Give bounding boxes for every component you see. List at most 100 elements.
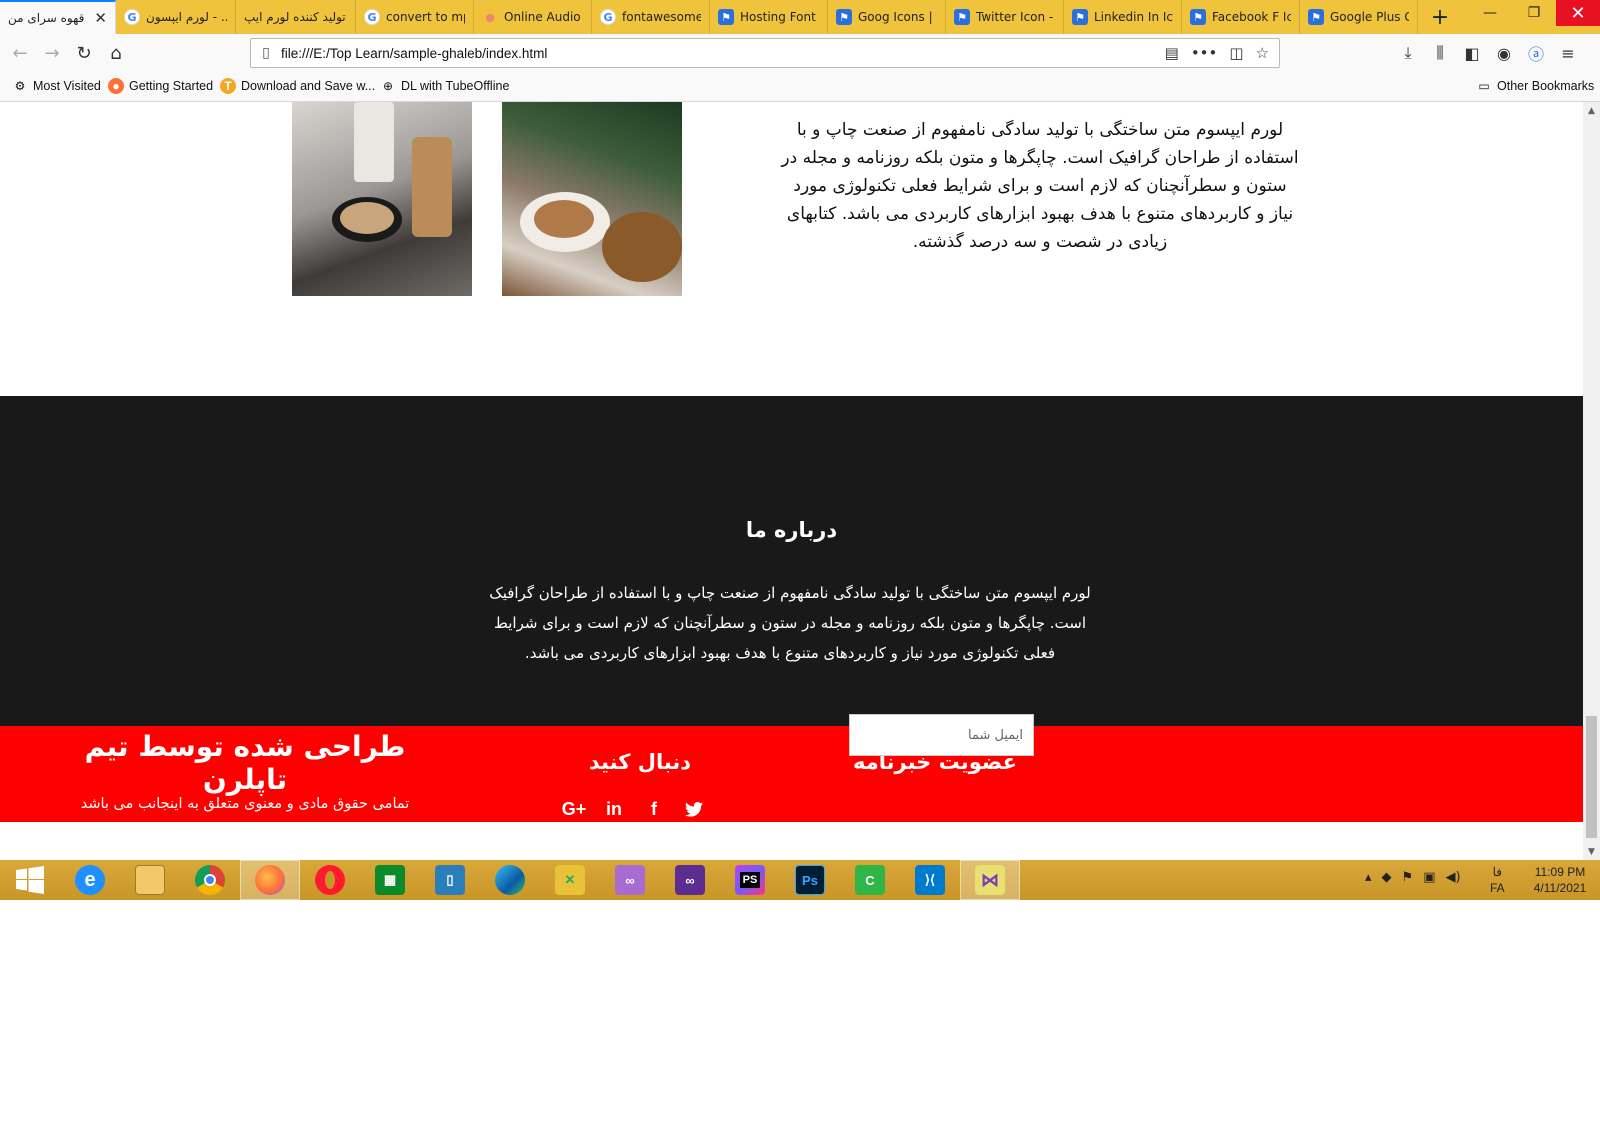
- bookmark-label: Getting Started: [129, 79, 214, 93]
- network-icon[interactable]: ▣: [1423, 870, 1435, 885]
- home-button[interactable]: ⌂: [102, 39, 130, 67]
- tab[interactable]: G fontawesome ...: [592, 0, 710, 34]
- about-text: لورم ایپسوم متن ساختگی با تولید سادگی نا…: [489, 584, 1091, 662]
- camtasia-icon: C: [855, 865, 885, 895]
- bookmark-getting-started[interactable]: ● Getting Started: [108, 78, 213, 94]
- taskbar-phpstorm[interactable]: PS: [720, 860, 780, 900]
- bookmark-tubeoffline[interactable]: ⊕ DL with TubeOffline: [380, 78, 509, 94]
- tab[interactable]: ⚑ Linkedin In Ico...: [1064, 0, 1182, 34]
- bookmark-label: DL with TubeOffline: [401, 79, 510, 93]
- reader-view-icon[interactable]: ▤: [1165, 44, 1179, 62]
- taskbar-app-frame[interactable]: ▯: [420, 860, 480, 900]
- follow-title: دنبال کنید: [588, 750, 692, 774]
- taskbar-firefox[interactable]: [240, 860, 300, 900]
- bookmark-star-icon[interactable]: ☆: [1256, 44, 1269, 62]
- account-icon[interactable]: ◉: [1491, 39, 1517, 67]
- start-button[interactable]: [0, 860, 60, 900]
- download-icon[interactable]: ⤓: [1395, 39, 1421, 67]
- tab[interactable]: G convert to mp...: [356, 0, 474, 34]
- bookmark-download-save[interactable]: T Download and Save w...: [220, 78, 375, 94]
- sidebar-icon[interactable]: ◧: [1459, 39, 1485, 67]
- firefox-icon: ●: [108, 78, 124, 94]
- taskbar-photoshop[interactable]: Ps: [780, 860, 840, 900]
- t-icon: T: [220, 78, 236, 94]
- flag-icon[interactable]: ⚑: [1402, 870, 1414, 885]
- pocket-icon[interactable]: ◫: [1229, 44, 1243, 62]
- taskbar: e ▦ ▯ ✕ ∞ ∞ PS Ps C ⟩⟨ ⋈ ▴ ◆ ⚑ ▣ ◀) فا F…: [0, 860, 1600, 900]
- scroll-up-icon[interactable]: ▲: [1583, 102, 1600, 119]
- bookmarks-bar: ⚙ Most Visited ● Getting Started T Downl…: [0, 72, 1600, 102]
- menu-icon[interactable]: ≡: [1555, 39, 1581, 67]
- email-field[interactable]: [849, 714, 1034, 756]
- extension-icon[interactable]: ⓐ: [1523, 39, 1549, 67]
- bookmark-most-visited[interactable]: ⚙ Most Visited: [12, 78, 101, 94]
- taskbar-visual-studio-purple[interactable]: ∞: [600, 860, 660, 900]
- flag-icon: ⚑: [718, 9, 734, 25]
- taskbar-file-explorer[interactable]: [120, 860, 180, 900]
- tab[interactable]: ⚑ Goog Icons | F...: [828, 0, 946, 34]
- volume-icon[interactable]: ◀): [1445, 870, 1460, 885]
- store-icon: ▦: [375, 865, 405, 895]
- url-text[interactable]: file:///E:/Top Learn/sample-ghaleb/index…: [281, 46, 547, 61]
- folder-icon: ▭: [1478, 79, 1490, 93]
- tab-label: Linkedin In Ico...: [1094, 10, 1173, 24]
- taskbar-store[interactable]: ▦: [360, 860, 420, 900]
- library-icon[interactable]: ⫼: [1427, 39, 1453, 67]
- flag-icon: ⚑: [1308, 9, 1324, 25]
- clock[interactable]: 11:09 PM 4/11/2021: [1525, 864, 1595, 896]
- taskbar-chrome[interactable]: [180, 860, 240, 900]
- taskbar-edge[interactable]: [480, 860, 540, 900]
- minimize-button[interactable]: —: [1468, 0, 1512, 26]
- twitter-icon[interactable]: [685, 798, 703, 820]
- chevron-up-icon[interactable]: ▴: [1365, 870, 1372, 885]
- coffee-photo: [292, 102, 472, 296]
- taskbar-active-app[interactable]: ⋈: [960, 860, 1020, 900]
- google-plus-icon[interactable]: G+: [562, 798, 587, 820]
- tab-label: Hosting Font A...: [740, 10, 819, 24]
- facebook-icon[interactable]: f: [645, 798, 663, 820]
- tab[interactable]: ⚑ Hosting Font A...: [710, 0, 828, 34]
- taskbar-visual-studio[interactable]: ∞: [660, 860, 720, 900]
- tab[interactable]: ● Online Audio C...: [474, 0, 592, 34]
- more-actions-icon[interactable]: •••: [1191, 44, 1218, 62]
- linkedin-icon[interactable]: in: [605, 798, 623, 820]
- internet-explorer-icon: e: [75, 865, 105, 895]
- tab-label: Facebook F Ico...: [1212, 10, 1291, 24]
- window-close-button[interactable]: ✕: [1556, 0, 1600, 26]
- taskbar-camtasia[interactable]: C: [840, 860, 900, 900]
- restore-button[interactable]: ❐: [1512, 0, 1556, 26]
- back-button[interactable]: ←: [6, 39, 34, 67]
- app-tray-icon[interactable]: ◆: [1382, 870, 1392, 885]
- language-indicator[interactable]: فا FA: [1490, 864, 1505, 896]
- tab-label: قهوه سرای من: [8, 11, 85, 25]
- taskbar-app-tool[interactable]: ✕: [540, 860, 600, 900]
- tab[interactable]: G لورم ایپسون - ...: [116, 0, 236, 34]
- vscode-icon: ⟩⟨: [915, 865, 945, 895]
- photoshop-icon: Ps: [795, 865, 825, 895]
- frame-icon: ▯: [435, 865, 465, 895]
- cafe-photo: [502, 102, 682, 296]
- tab[interactable]: ⚑ Facebook F Ico...: [1182, 0, 1300, 34]
- forward-button[interactable]: →: [38, 39, 66, 67]
- opera-icon: [315, 865, 345, 895]
- bookmark-other[interactable]: ▭ Other Bookmarks: [1476, 78, 1594, 94]
- flag-icon: ⚑: [1072, 9, 1088, 25]
- clock-date: 4/11/2021: [1533, 881, 1587, 895]
- tab-label: Online Audio C...: [504, 10, 583, 24]
- tab[interactable]: ⚑ Twitter Icon - ...: [946, 0, 1064, 34]
- taskbar-opera[interactable]: [300, 860, 360, 900]
- scrollbar[interactable]: ▲ ▼: [1583, 102, 1600, 860]
- edge-icon: [495, 865, 525, 895]
- taskbar-vscode[interactable]: ⟩⟨: [900, 860, 960, 900]
- bookmark-label: Download and Save w...: [241, 79, 376, 93]
- new-tab-button[interactable]: +: [1426, 2, 1454, 32]
- tab[interactable]: تولید کننده لورم ایپ...: [236, 0, 356, 34]
- reload-button[interactable]: ↻: [70, 39, 98, 67]
- scrollbar-thumb[interactable]: [1586, 716, 1597, 838]
- taskbar-internet-explorer[interactable]: e: [60, 860, 120, 900]
- tab[interactable]: ⚑ Google Plus G...: [1300, 0, 1418, 34]
- address-bar[interactable]: ▯ file:///E:/Top Learn/sample-ghaleb/ind…: [250, 38, 1280, 68]
- tab-active[interactable]: قهوه سرای من ✕: [0, 0, 116, 34]
- scroll-down-icon[interactable]: ▼: [1583, 843, 1600, 860]
- close-icon[interactable]: ✕: [88, 9, 107, 27]
